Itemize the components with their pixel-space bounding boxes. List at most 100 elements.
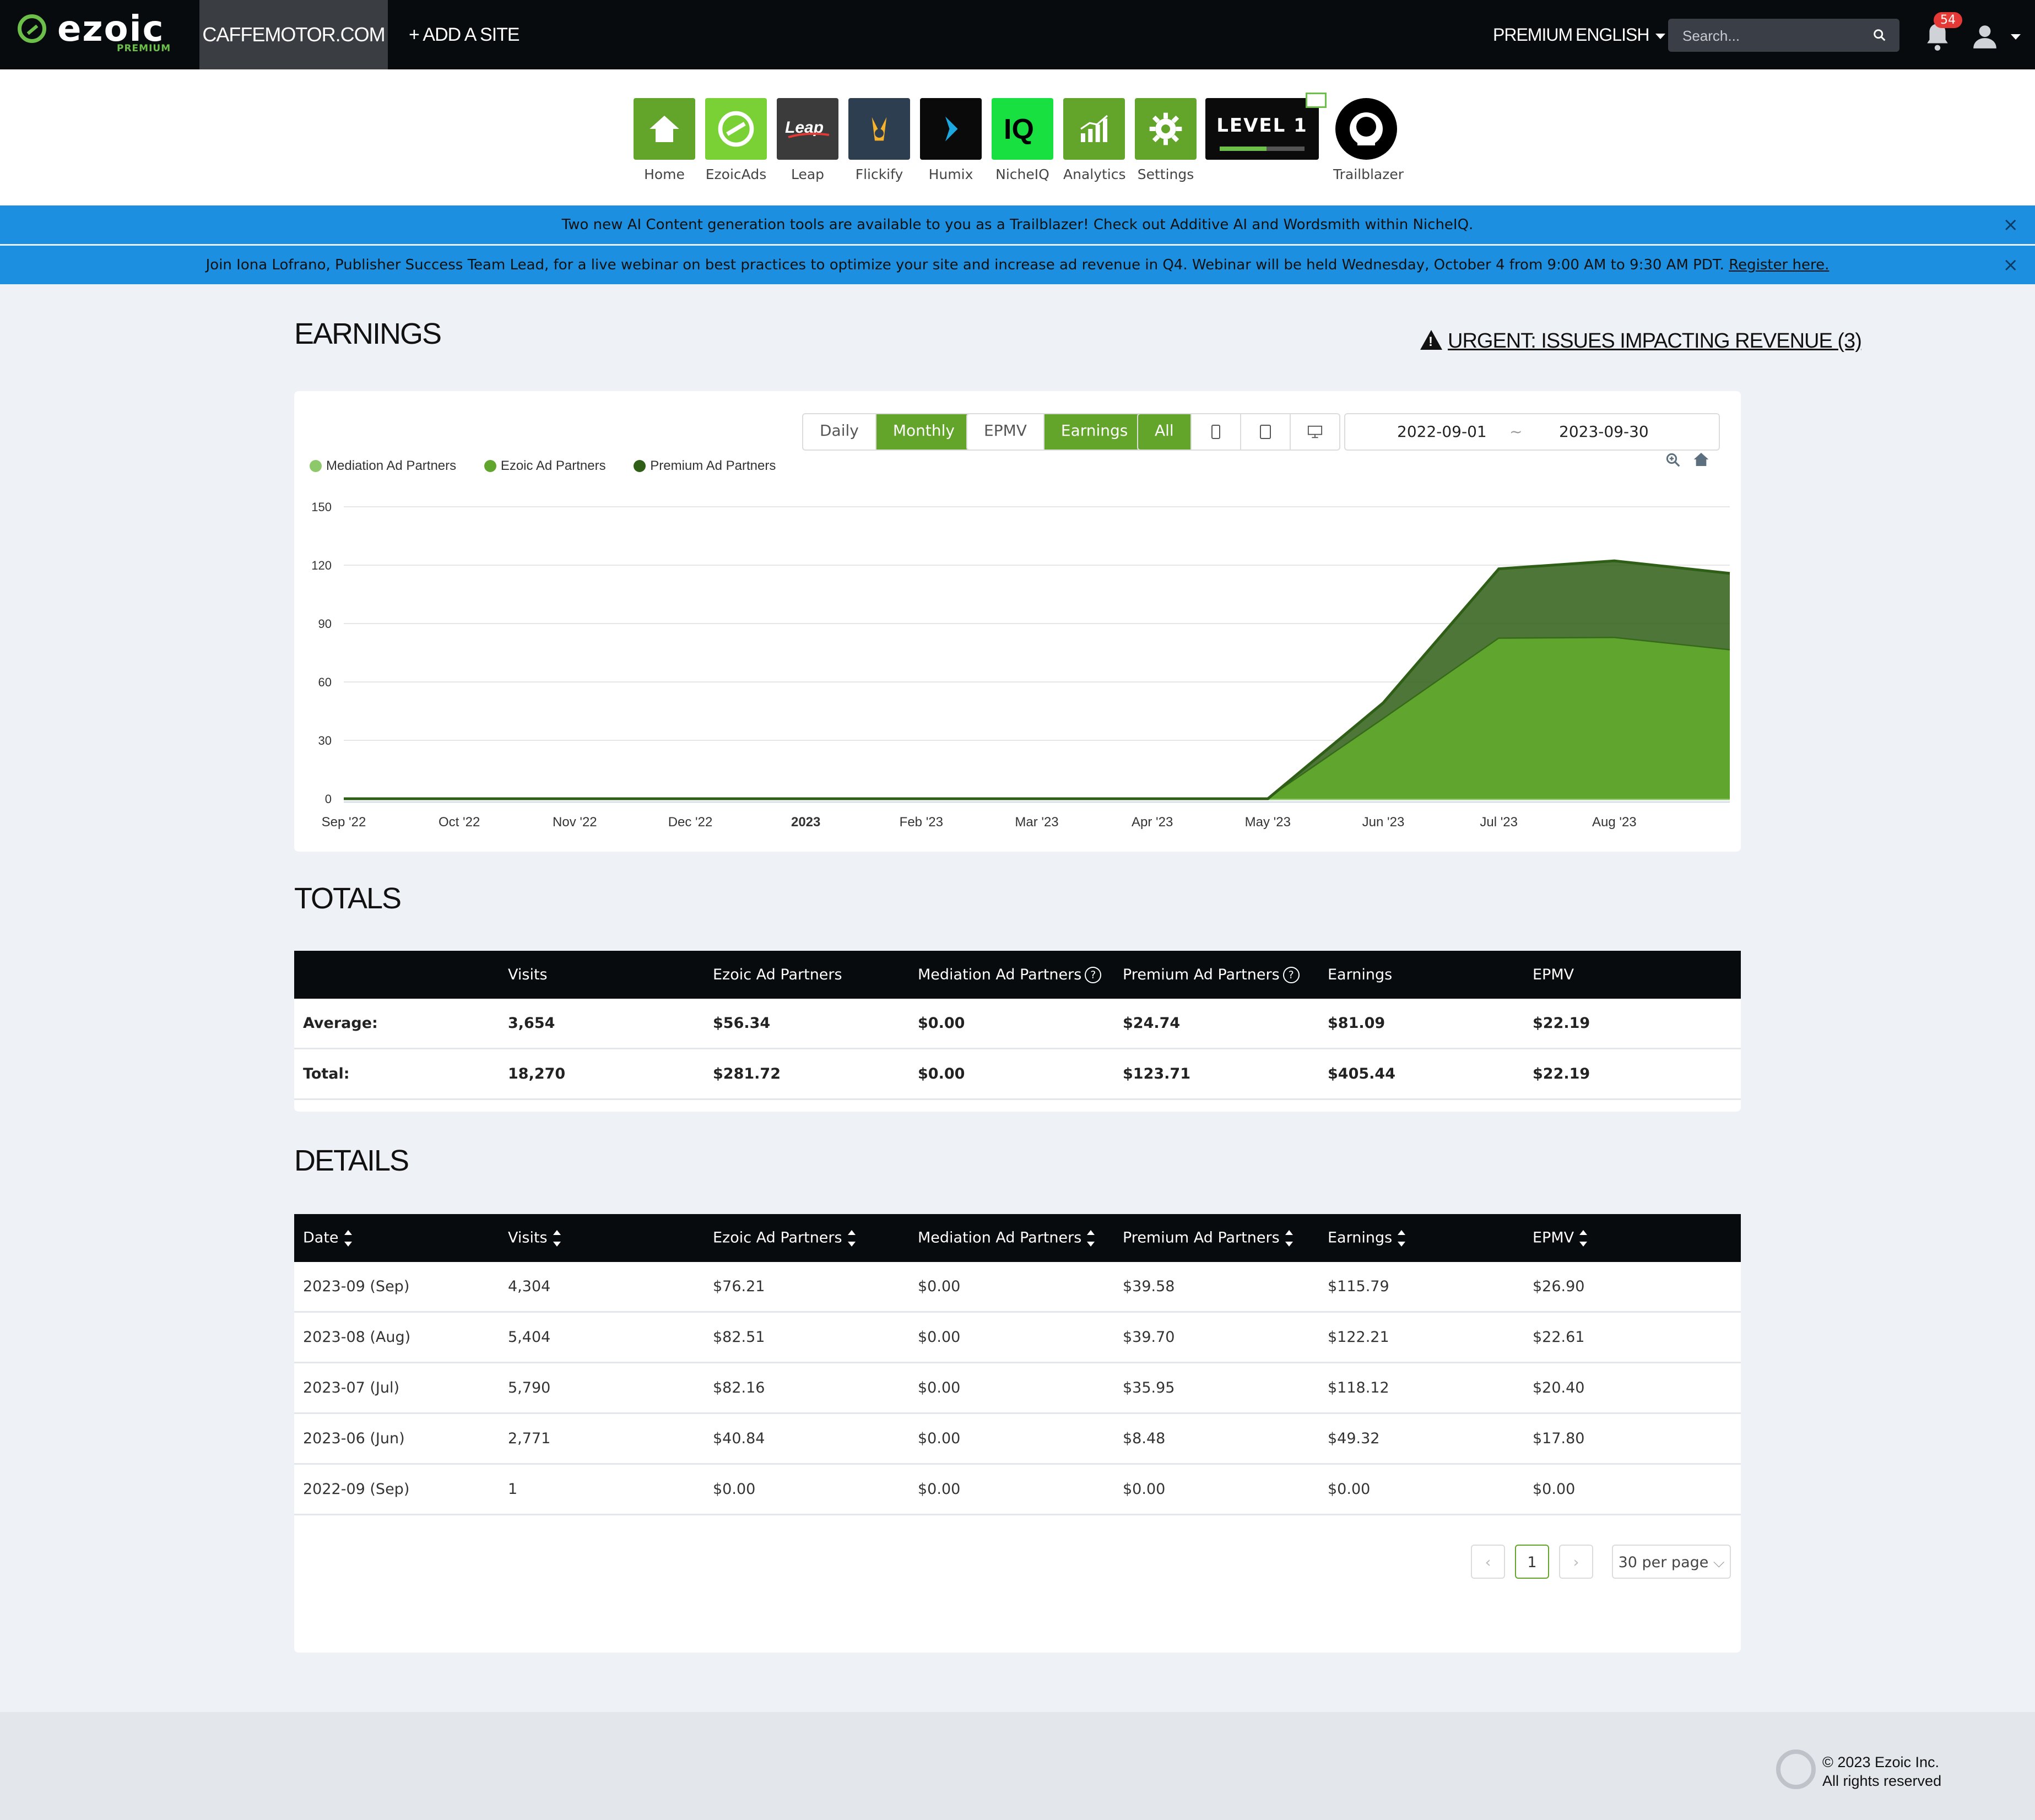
- header-label: EPMV: [1533, 1229, 1574, 1246]
- legend-label: Ezoic Ad Partners: [500, 458, 606, 473]
- column-header-mediation: Mediation Ad Partners?: [909, 951, 1114, 999]
- app-home[interactable]: Home: [634, 98, 695, 182]
- app-label: Humix: [928, 166, 973, 182]
- cell: 4,304: [499, 1262, 704, 1313]
- y-tick-label: 0: [325, 792, 332, 806]
- x-tick-label: May '23: [1245, 815, 1291, 830]
- app-trailblazer[interactable]: Trailblazer: [1333, 98, 1404, 182]
- settings-icon: [1135, 98, 1197, 160]
- svg-text:IQ: IQ: [1004, 113, 1034, 145]
- level-label: LEVEL 1: [1216, 115, 1308, 137]
- user-menu-chevron-icon[interactable]: [2011, 34, 2021, 40]
- sort-icon: [344, 1229, 352, 1248]
- header-label: Premium Ad Partners: [1123, 1229, 1280, 1246]
- copyright-text: © 2023 Ezoic Inc.: [1822, 1754, 1940, 1770]
- language-dropdown[interactable]: ENGLISH: [1576, 0, 1666, 69]
- zoom-icon[interactable]: [1665, 452, 1681, 468]
- legend-label: Mediation Ad Partners: [326, 458, 457, 473]
- app-settings[interactable]: Settings: [1135, 98, 1197, 182]
- cell: 2023-07 (Jul): [294, 1362, 499, 1414]
- legend-item[interactable]: Premium Ad Partners: [634, 458, 788, 473]
- all-devices-button[interactable]: All: [1138, 414, 1192, 449]
- mobile-device-button[interactable]: [1192, 414, 1241, 449]
- close-icon[interactable]: ×: [2003, 246, 2019, 284]
- table-row: Average: 3,654 $56.34 $0.00 $24.74 $81.09 $22.…: [294, 999, 1741, 1049]
- trailblazer-astronaut-icon: [1335, 98, 1397, 160]
- sort-icon: [1579, 1229, 1588, 1248]
- cell: $115.79: [1319, 1262, 1524, 1313]
- sortable-header-visits[interactable]: Visits: [499, 1214, 704, 1262]
- legend-swatch: [310, 460, 322, 472]
- app-flickify[interactable]: Flickify: [848, 98, 910, 182]
- user-avatar-icon[interactable]: [1971, 22, 1999, 50]
- sortable-header-mediation[interactable]: Mediation Ad Partners: [909, 1214, 1114, 1262]
- tablet-device-button[interactable]: [1241, 414, 1291, 449]
- header-label: Mediation Ad Partners: [918, 1229, 1082, 1246]
- legend-item[interactable]: Ezoic Ad Partners: [484, 458, 618, 473]
- humix-icon: [920, 98, 982, 160]
- notification-count-badge: 54: [1934, 12, 1962, 28]
- site-selector-tab[interactable]: CAFFEMOTOR.COM: [199, 0, 388, 69]
- sortable-header-epmv[interactable]: EPMV: [1524, 1214, 1741, 1262]
- x-tick-label: Aug '23: [1592, 815, 1637, 830]
- ezoic-logo-icon: [18, 14, 46, 43]
- legend-label: Premium Ad Partners: [650, 458, 776, 473]
- legend-item[interactable]: Mediation Ad Partners: [310, 458, 468, 473]
- epmv-button[interactable]: EPMV: [967, 414, 1044, 449]
- earnings-heading: EARNINGS: [294, 317, 442, 350]
- premium-nav-link[interactable]: PREMIUM: [1493, 0, 1573, 69]
- flickify-icon: [848, 98, 910, 160]
- level-badge[interactable]: LEVEL 1: [1205, 93, 1327, 160]
- app-humix[interactable]: Humix: [920, 98, 982, 182]
- app-analytics[interactable]: Analytics: [1063, 98, 1126, 182]
- urgent-issues-link[interactable]: URGENT: ISSUES IMPACTING REVENUE (3): [1420, 329, 1862, 353]
- cell: $122.21: [1319, 1312, 1524, 1363]
- webinar-announcement-banner: Join Iona Lofrano, Publisher Success Tea…: [0, 246, 2035, 284]
- register-link[interactable]: Register here.: [1729, 257, 1829, 273]
- column-header-earnings: Earnings: [1319, 951, 1524, 999]
- header-label: Premium Ad Partners: [1123, 966, 1280, 983]
- close-icon[interactable]: ×: [2003, 205, 2019, 244]
- help-icon[interactable]: ?: [1085, 967, 1102, 984]
- sortable-header-date[interactable]: Date: [294, 1214, 499, 1262]
- prev-page-button[interactable]: ‹: [1471, 1545, 1505, 1579]
- reset-zoom-home-icon[interactable]: [1692, 451, 1711, 468]
- desktop-device-button[interactable]: [1291, 414, 1339, 449]
- x-tick-label: Jun '23: [1362, 815, 1405, 830]
- chevron-down-icon: [1655, 33, 1666, 39]
- header-label: Mediation Ad Partners: [918, 966, 1082, 983]
- help-icon[interactable]: ?: [1282, 967, 1300, 984]
- app-leap[interactable]: Leap Leap: [777, 98, 838, 182]
- app-nicheiq[interactable]: IQ NicheIQ: [992, 98, 1053, 182]
- legend-swatch: [484, 460, 496, 472]
- cell: 2023-08 (Aug): [294, 1312, 499, 1363]
- area-series-ezoic-ad-partners: [344, 638, 1730, 799]
- app-ezoicads[interactable]: EzoicAds: [705, 98, 767, 182]
- table-row: 2023-08 (Aug) 5,404 $82.51 $0.00 $39.70 $122.…: [294, 1312, 1741, 1363]
- next-page-button[interactable]: ›: [1559, 1545, 1593, 1579]
- page-number-button[interactable]: 1: [1515, 1545, 1549, 1579]
- legend-swatch: [634, 460, 646, 472]
- cell: 1: [499, 1464, 704, 1515]
- per-page-select[interactable]: 30 per page ⌵: [1612, 1545, 1731, 1579]
- monthly-button[interactable]: Monthly: [876, 414, 971, 449]
- cell: $0.00: [1114, 1464, 1319, 1515]
- desktop-icon: [1307, 425, 1322, 438]
- search-input[interactable]: [1668, 19, 1882, 53]
- sortable-header-earnings[interactable]: Earnings: [1319, 1214, 1524, 1262]
- daily-button[interactable]: Daily: [803, 414, 876, 449]
- sortable-header-ezoic[interactable]: Ezoic Ad Partners: [704, 1214, 909, 1262]
- cell: $405.44: [1319, 1048, 1524, 1100]
- search-icon[interactable]: [1872, 28, 1887, 43]
- mail-icon[interactable]: [1306, 93, 1327, 108]
- sort-icon: [847, 1229, 856, 1248]
- cell: $49.32: [1319, 1413, 1524, 1465]
- ezoic-logo[interactable]: ezoic PREMIUM: [18, 9, 177, 56]
- sortable-header-premium[interactable]: Premium Ad Partners: [1114, 1214, 1319, 1262]
- add-site-link[interactable]: + ADD A SITE: [409, 0, 520, 69]
- column-header-premium: Premium Ad Partners?: [1114, 951, 1319, 999]
- warning-icon: [1420, 330, 1442, 350]
- date-range-picker[interactable]: 2022-09-01 ~ 2023-09-30: [1344, 413, 1720, 451]
- table-row: 2023-07 (Jul) 5,790 $82.16 $0.00 $35.95 $118.…: [294, 1362, 1741, 1414]
- earnings-button[interactable]: Earnings: [1044, 414, 1145, 449]
